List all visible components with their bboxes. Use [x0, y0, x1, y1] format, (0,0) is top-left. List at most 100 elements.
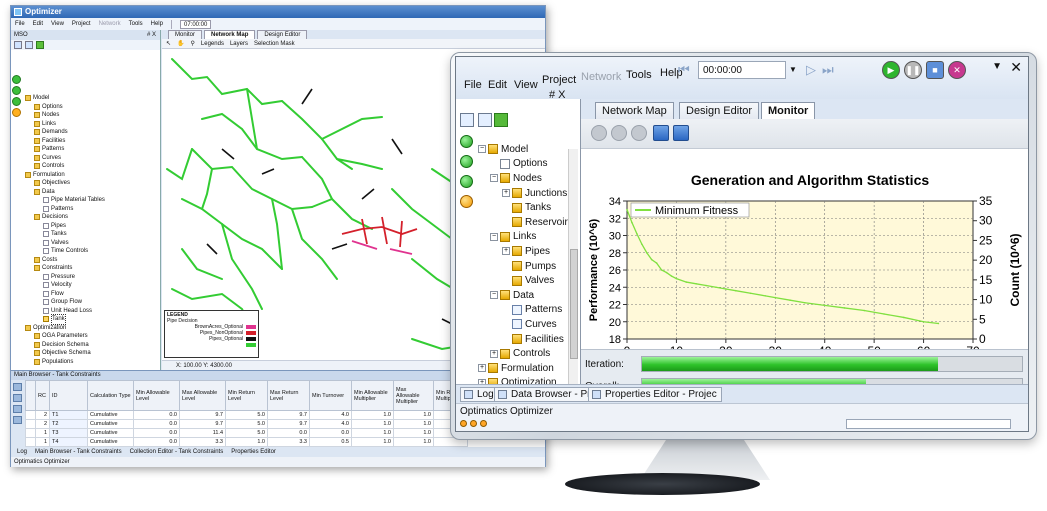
- back-time-field[interactable]: 07:00:00: [179, 19, 212, 29]
- table-cell[interactable]: 1.0: [393, 437, 434, 447]
- back-tree-item[interactable]: Valves: [25, 239, 159, 248]
- back-tree-item[interactable]: Tank: [25, 314, 159, 325]
- stop-icon[interactable]: ■: [926, 61, 944, 79]
- back-tree-item[interactable]: Patterns: [25, 145, 159, 154]
- tree-item-controls[interactable]: + Controls: [478, 346, 578, 361]
- expand-icon[interactable]: +: [490, 349, 498, 358]
- table-cell[interactable]: 2: [35, 419, 50, 429]
- tree-item-patterns[interactable]: Patterns: [478, 303, 578, 318]
- back-tree-item[interactable]: Unit Head Loss: [25, 307, 159, 316]
- table-cell[interactable]: 1.0: [225, 437, 268, 447]
- row-selector[interactable]: [25, 428, 36, 438]
- table-cell[interactable]: 0.0: [133, 419, 180, 429]
- back-tree-item[interactable]: Constraints: [25, 264, 159, 273]
- back-menu-tools[interactable]: Tools: [129, 21, 143, 27]
- table-cell[interactable]: 9.7: [267, 419, 310, 429]
- validate-icon[interactable]: [36, 41, 44, 49]
- tree-item-model[interactable]: − Model: [478, 142, 578, 157]
- table-cell[interactable]: Cumulative: [87, 437, 134, 447]
- back-tree-item[interactable]: Costs: [25, 256, 159, 265]
- pause-icon[interactable]: ❚❚: [904, 61, 922, 79]
- table-cell[interactable]: 0.0: [133, 437, 180, 447]
- back-tree-item[interactable]: Objectives: [25, 179, 159, 188]
- table-cell[interactable]: 1: [35, 428, 50, 438]
- back-tab-monitor[interactable]: Monitor: [168, 30, 203, 39]
- tab-monitor[interactable]: Monitor: [761, 102, 816, 120]
- table-row[interactable]: 2 T2 Cumulative 0.0 9.7 5.0 9.7 4.0 1.0 1.0: [25, 419, 468, 429]
- tree-item-nodes[interactable]: − Nodes: [478, 171, 578, 186]
- step-forward-icon[interactable]: ⏭: [822, 62, 834, 78]
- back-bottom-tab-collection-editor[interactable]: Collection Editor - Tank Constraints: [130, 447, 224, 457]
- table-cell[interactable]: 1.0: [393, 428, 434, 438]
- back-tree-item[interactable]: Options: [25, 103, 159, 112]
- pointer-icon[interactable]: ↖: [166, 39, 171, 48]
- column-header[interactable]: Max Allowable Level: [179, 380, 226, 411]
- menu-edit[interactable]: Edit: [488, 79, 507, 91]
- back-tree-item[interactable]: Pipes: [25, 222, 159, 231]
- tree-item-curves[interactable]: Curves: [478, 317, 578, 332]
- new-icon[interactable]: [14, 41, 22, 49]
- back-bottom-tab-log[interactable]: Log: [17, 447, 27, 457]
- tab-network-map[interactable]: Network Map: [595, 102, 674, 119]
- table-row[interactable]: 1 T4 Cumulative 0.0 3.3 1.0 3.3 0.5 1.0 1.0: [25, 437, 468, 447]
- row-selector[interactable]: [25, 419, 36, 429]
- chart-image-icon[interactable]: [653, 125, 669, 141]
- back-tree-item[interactable]: Nodes: [25, 111, 159, 120]
- column-header[interactable]: Calculation Type: [87, 380, 134, 411]
- copy-icon[interactable]: [478, 113, 492, 127]
- table-cell[interactable]: 1: [35, 437, 50, 447]
- menu-view[interactable]: View: [514, 79, 538, 91]
- table-cell[interactable]: 1.0: [393, 410, 434, 420]
- tree-item-facilities[interactable]: Facilities: [478, 332, 578, 347]
- back-tree-item[interactable]: Optimization: [25, 324, 159, 333]
- row-selector[interactable]: [25, 410, 36, 420]
- abort-icon[interactable]: ✕: [948, 61, 966, 79]
- back-tree-item[interactable]: Pressure: [25, 273, 159, 282]
- table-cell[interactable]: 2: [35, 410, 50, 420]
- time-dropdown-icon[interactable]: ▼: [789, 65, 797, 74]
- pin-icon[interactable]: # X: [147, 30, 156, 40]
- back-menu-view[interactable]: View: [51, 21, 64, 27]
- back-tree-item[interactable]: Tanks: [25, 230, 159, 239]
- table-cell[interactable]: 0.5: [309, 437, 352, 447]
- back-tree-item[interactable]: Curves: [25, 154, 159, 163]
- collapse-icon[interactable]: −: [490, 291, 498, 300]
- table-cell[interactable]: T1: [49, 410, 88, 420]
- table-cell[interactable]: 1.0: [351, 437, 394, 447]
- table-cell[interactable]: 5.0: [225, 410, 268, 420]
- column-header[interactable]: Min Turnover: [309, 380, 352, 411]
- back-bottom-tab-main-browser[interactable]: Main Browser - Tank Constraints: [35, 447, 122, 457]
- run-icon[interactable]: ▶: [882, 61, 900, 79]
- table-cell[interactable]: 4.0: [309, 419, 352, 429]
- back-tree-item[interactable]: Pipe Material Tables: [25, 196, 159, 205]
- back-menu-network[interactable]: Network: [99, 21, 121, 27]
- expand-icon[interactable]: +: [502, 189, 510, 198]
- grid-tool-icon[interactable]: [13, 383, 22, 391]
- column-header[interactable]: Max Allowable Multiplier: [393, 380, 434, 411]
- table-cell[interactable]: 5.0: [225, 419, 268, 429]
- table-cell[interactable]: T4: [49, 437, 88, 447]
- back-tree-item[interactable]: Flow: [25, 290, 159, 299]
- back-tree-item[interactable]: Formulation: [25, 171, 159, 180]
- column-header[interactable]: Min Allowable Multiplier: [351, 380, 394, 411]
- table-cell[interactable]: Cumulative: [87, 410, 134, 420]
- table-row[interactable]: 2 T1 Cumulative 0.0 9.7 5.0 9.7 4.0 1.0 1.0: [25, 410, 468, 420]
- table-cell[interactable]: 9.7: [267, 410, 310, 420]
- back-tree-item[interactable]: Controls: [25, 162, 159, 171]
- layers-button[interactable]: Layers: [230, 39, 248, 48]
- table-cell[interactable]: Cumulative: [87, 428, 134, 438]
- chevron-down-icon[interactable]: ▼: [992, 61, 1002, 72]
- table-cell[interactable]: Cumulative: [87, 419, 134, 429]
- back-menu-file[interactable]: File: [15, 21, 25, 27]
- table-cell[interactable]: 1.0: [393, 419, 434, 429]
- bottom-tab-log[interactable]: Log: [460, 387, 499, 402]
- table-cell[interactable]: 9.7: [179, 419, 226, 429]
- back-menu-help[interactable]: Help: [151, 21, 163, 27]
- chart-export-icon[interactable]: [673, 125, 689, 141]
- collapse-icon[interactable]: −: [490, 174, 498, 183]
- expand-icon[interactable]: +: [502, 247, 510, 256]
- back-tree-item[interactable]: Patterns: [25, 205, 159, 214]
- table-row[interactable]: 1 T3 Cumulative 0.0 11.4 5.0 0.0 0.0 1.0 1.0: [25, 428, 468, 438]
- table-cell[interactable]: 5.0: [225, 428, 268, 438]
- rewind-icon[interactable]: ⏮: [678, 62, 690, 78]
